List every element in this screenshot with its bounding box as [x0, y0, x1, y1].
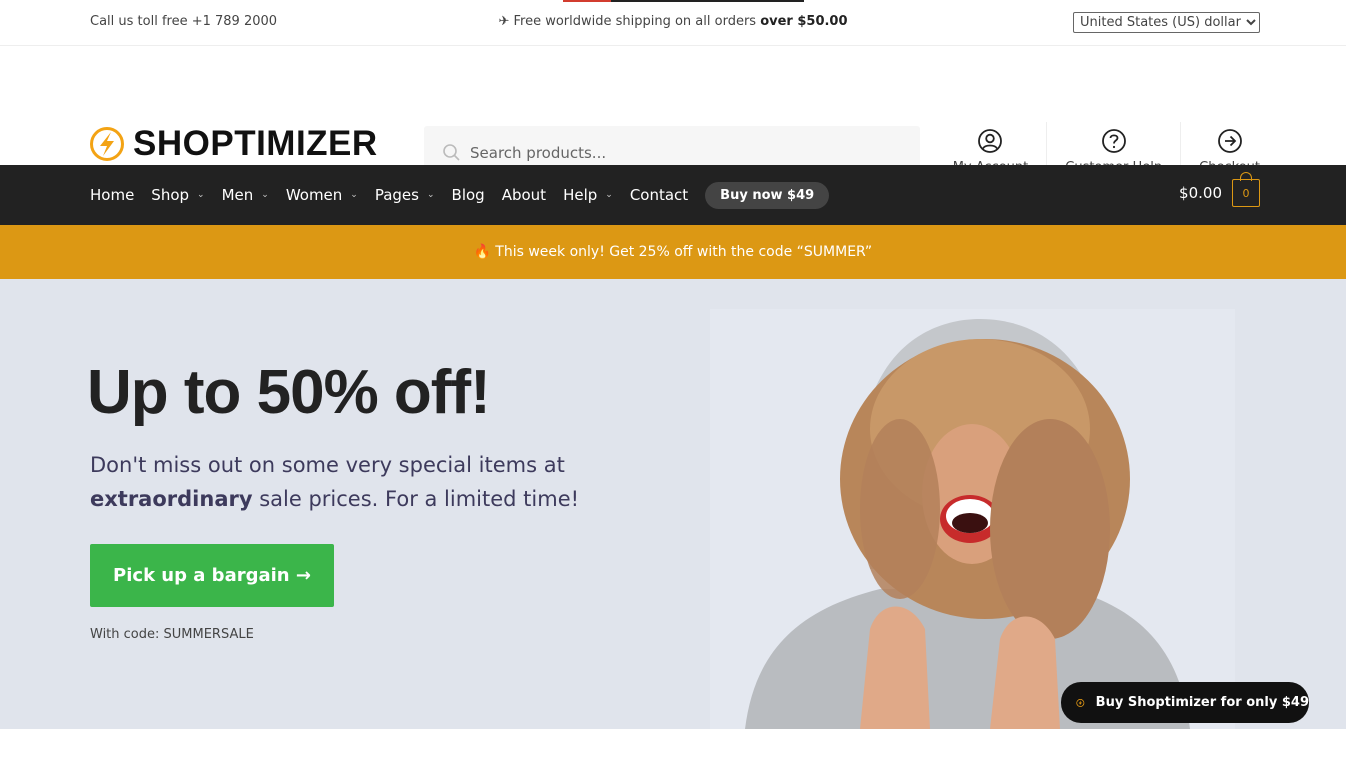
pick-up-bargain-button[interactable]: Pick up a bargain → [90, 544, 334, 607]
shipping-threshold: over $50.00 [760, 14, 848, 29]
hero-image [710, 309, 1235, 729]
nav-item-women[interactable]: Women ⌄ [286, 186, 358, 204]
search-icon [443, 144, 460, 161]
nav-label: Shop [151, 186, 190, 204]
hero-section: Up to 50% off! Don't miss out on some ve… [0, 279, 1346, 729]
currency-select[interactable]: United States (US) dollar [1073, 12, 1260, 33]
site-header: SHOPTIMIZER The WooCommerce theme for sp… [0, 46, 1346, 180]
nav-item-blog[interactable]: Blog [452, 186, 485, 204]
top-bar: Call us toll free +1 789 2000 ✈ Free wor… [0, 0, 1346, 46]
nav-label: Contact [629, 186, 689, 204]
nav-label: Help [563, 186, 598, 204]
hero-illustration [745, 319, 1190, 729]
nav-item-home[interactable]: Home [90, 186, 134, 204]
nav-label: Men [221, 186, 254, 204]
bolt-icon [1076, 698, 1085, 707]
arrow-right-circle-icon [1217, 129, 1242, 153]
bolt-logo-icon [90, 127, 124, 161]
user-circle-icon [978, 129, 1003, 153]
nav-item-about[interactable]: About [502, 186, 546, 204]
hero-title: Up to 50% off! [87, 358, 491, 427]
site-logo[interactable]: SHOPTIMIZER [89, 126, 378, 162]
brand-name: SHOPTIMIZER [133, 124, 378, 163]
cart-total: $0.00 [1179, 184, 1222, 202]
nav-label: Pages [374, 186, 419, 204]
nav-item-shop[interactable]: Shop ⌄ [151, 186, 204, 204]
shipping-text: ✈ Free worldwide shipping on all orders [498, 14, 761, 29]
chevron-down-icon: ⌄ [197, 190, 205, 200]
sticky-buy-banner[interactable]: Buy Shoptimizer for only $49 [1061, 682, 1309, 723]
subtitle-emphasis: extraordinary [90, 487, 253, 511]
chevron-down-icon: ⌄ [350, 190, 358, 200]
nav-item-help[interactable]: Help ⌄ [563, 186, 613, 204]
shopping-bag-icon: 0 [1232, 172, 1260, 207]
hero-subtitle: Don't miss out on some very special item… [90, 448, 690, 516]
nav-item-contact[interactable]: Contact [630, 186, 688, 204]
chevron-down-icon: ⌄ [426, 190, 435, 200]
search-input[interactable] [470, 144, 890, 162]
chevron-down-icon: ⌄ [605, 190, 613, 200]
promo-code-text: With code: SUMMERSALE [90, 627, 254, 642]
nav-label: About [501, 186, 547, 204]
nav-label: Home [90, 186, 135, 204]
nav-menu: Home Shop ⌄ Men ⌄ Women ⌄ Pages ⌄ Blog About… [90, 165, 846, 225]
nav-label: Women [285, 186, 343, 204]
sticky-buy-label: Buy Shoptimizer for only $49 [1095, 695, 1309, 710]
subtitle-text: Don't miss out on some very special item… [90, 453, 565, 477]
promo-text: This week only! Get 25% off with the cod… [495, 244, 873, 260]
chevron-down-icon: ⌄ [261, 190, 269, 200]
fire-icon: 🔥 [473, 244, 492, 260]
nav-item-men[interactable]: Men ⌄ [222, 186, 269, 204]
help-circle-icon [1101, 129, 1126, 153]
main-navigation: Home Shop ⌄ Men ⌄ Women ⌄ Pages ⌄ Blog About… [0, 165, 1346, 225]
promo-banner: 🔥 This week only! Get 25% off with the c… [0, 225, 1346, 279]
buy-now-button[interactable]: Buy now $49 [705, 181, 830, 209]
nav-label: Blog [451, 186, 485, 204]
subtitle-text: sale prices. For a limited time! [252, 487, 580, 511]
cart-count: 0 [1242, 186, 1250, 200]
nav-item-pages[interactable]: Pages ⌄ [375, 186, 435, 204]
cart-link[interactable]: $0.00 0 [1179, 172, 1260, 207]
